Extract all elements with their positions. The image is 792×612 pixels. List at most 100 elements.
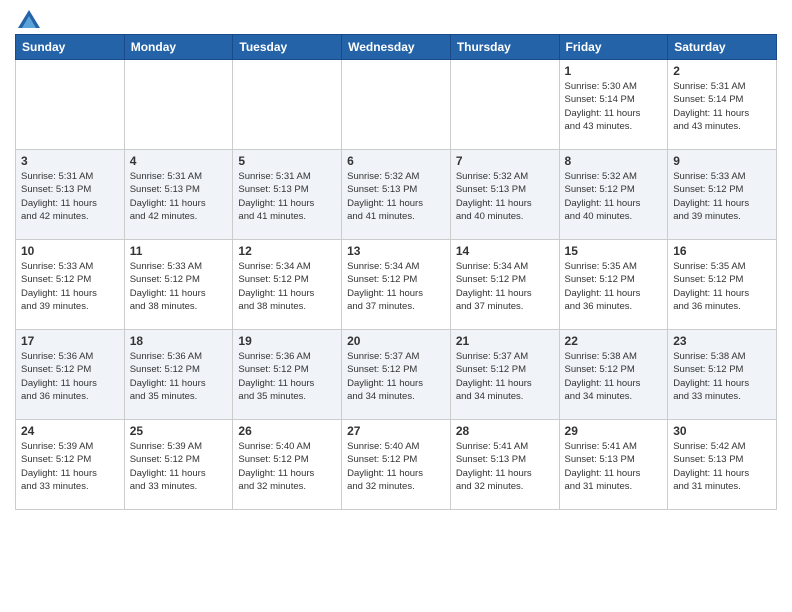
day-of-week-header: Tuesday [233, 35, 342, 60]
day-info: Sunrise: 5:42 AM Sunset: 5:13 PM Dayligh… [673, 440, 771, 493]
day-number: 3 [21, 154, 119, 168]
calendar-cell: 6Sunrise: 5:32 AM Sunset: 5:13 PM Daylig… [342, 150, 451, 240]
day-info: Sunrise: 5:39 AM Sunset: 5:12 PM Dayligh… [21, 440, 119, 493]
calendar-cell: 1 Sunrise: 5:30 AM Sunset: 5:14 PM Daylig… [559, 60, 668, 150]
calendar-cell: 15Sunrise: 5:35 AM Sunset: 5:12 PM Dayli… [559, 240, 668, 330]
day-number: 4 [130, 154, 228, 168]
calendar-cell: 22Sunrise: 5:38 AM Sunset: 5:12 PM Dayli… [559, 330, 668, 420]
calendar-cell: 23Sunrise: 5:38 AM Sunset: 5:12 PM Dayli… [668, 330, 777, 420]
day-number: 20 [347, 334, 445, 348]
day-number: 24 [21, 424, 119, 438]
day-info: Sunrise: 5:41 AM Sunset: 5:13 PM Dayligh… [565, 440, 663, 493]
day-number: 9 [673, 154, 771, 168]
calendar-table: SundayMondayTuesdayWednesdayThursdayFrid… [15, 34, 777, 510]
calendar-cell: 8 Sunrise: 5:32 AM Sunset: 5:12 PM Daylig… [559, 150, 668, 240]
day-of-week-header: Saturday [668, 35, 777, 60]
day-number: 25 [130, 424, 228, 438]
day-info: Sunrise: 5:36 AM Sunset: 5:12 PM Dayligh… [130, 350, 228, 403]
day-info: Sunrise: 5:32 AM Sunset: 5:13 PM Dayligh… [456, 170, 554, 223]
day-info: Sunrise: 5:34 AM Sunset: 5:12 PM Dayligh… [456, 260, 554, 313]
day-info: Sunrise: 5:33 AM Sunset: 5:12 PM Dayligh… [673, 170, 771, 223]
calendar-cell: 5 Sunrise: 5:31 AM Sunset: 5:13 PM Daylig… [233, 150, 342, 240]
calendar-header-row: SundayMondayTuesdayWednesdayThursdayFrid… [16, 35, 777, 60]
calendar-cell: 27 Sunrise: 5:40 AM Sunset: 5:12 PM Dayli… [342, 420, 451, 510]
day-number: 7 [456, 154, 554, 168]
day-number: 28 [456, 424, 554, 438]
calendar-cell: 30 Sunrise: 5:42 AM Sunset: 5:13 PM Dayli… [668, 420, 777, 510]
calendar-cell: 21 Sunrise: 5:37 AM Sunset: 5:12 PM Dayli… [450, 330, 559, 420]
day-number: 23 [673, 334, 771, 348]
calendar-week-row: 3 Sunrise: 5:31 AM Sunset: 5:13 PM Daylig… [16, 150, 777, 240]
day-info: Sunrise: 5:36 AM Sunset: 5:12 PM Dayligh… [238, 350, 336, 403]
calendar-cell: 17 Sunrise: 5:36 AM Sunset: 5:12 PM Dayli… [16, 330, 125, 420]
day-of-week-header: Monday [124, 35, 233, 60]
day-info: Sunrise: 5:40 AM Sunset: 5:12 PM Dayligh… [238, 440, 336, 493]
calendar-cell: 12 Sunrise: 5:34 AM Sunset: 5:12 PM Dayli… [233, 240, 342, 330]
day-info: Sunrise: 5:30 AM Sunset: 5:14 PM Dayligh… [565, 80, 663, 133]
calendar-cell: 28 Sunrise: 5:41 AM Sunset: 5:13 PM Dayli… [450, 420, 559, 510]
day-number: 2 [673, 64, 771, 78]
day-number: 22 [565, 334, 663, 348]
day-of-week-header: Wednesday [342, 35, 451, 60]
day-of-week-header: Friday [559, 35, 668, 60]
calendar-cell: 24 Sunrise: 5:39 AM Sunset: 5:12 PM Dayli… [16, 420, 125, 510]
day-number: 16 [673, 244, 771, 258]
day-number: 30 [673, 424, 771, 438]
day-number: 21 [456, 334, 554, 348]
calendar-cell: 2Sunrise: 5:31 AM Sunset: 5:14 PM Daylig… [668, 60, 777, 150]
page: SundayMondayTuesdayWednesdayThursdayFrid… [0, 0, 792, 520]
calendar-week-row: 10 Sunrise: 5:33 AM Sunset: 5:12 PM Dayli… [16, 240, 777, 330]
day-number: 29 [565, 424, 663, 438]
day-info: Sunrise: 5:36 AM Sunset: 5:12 PM Dayligh… [21, 350, 119, 403]
day-of-week-header: Thursday [450, 35, 559, 60]
calendar-cell: 18 Sunrise: 5:36 AM Sunset: 5:12 PM Dayli… [124, 330, 233, 420]
day-info: Sunrise: 5:39 AM Sunset: 5:12 PM Dayligh… [130, 440, 228, 493]
day-info: Sunrise: 5:34 AM Sunset: 5:12 PM Dayligh… [238, 260, 336, 313]
day-number: 8 [565, 154, 663, 168]
calendar-week-row: 17 Sunrise: 5:36 AM Sunset: 5:12 PM Dayli… [16, 330, 777, 420]
day-number: 26 [238, 424, 336, 438]
day-info: Sunrise: 5:32 AM Sunset: 5:12 PM Dayligh… [565, 170, 663, 223]
day-info: Sunrise: 5:31 AM Sunset: 5:13 PM Dayligh… [238, 170, 336, 223]
day-info: Sunrise: 5:35 AM Sunset: 5:12 PM Dayligh… [565, 260, 663, 313]
calendar-cell [233, 60, 342, 150]
day-number: 10 [21, 244, 119, 258]
day-number: 5 [238, 154, 336, 168]
day-info: Sunrise: 5:33 AM Sunset: 5:12 PM Dayligh… [130, 260, 228, 313]
header [15, 10, 777, 28]
calendar-week-row: 1 Sunrise: 5:30 AM Sunset: 5:14 PM Daylig… [16, 60, 777, 150]
day-number: 27 [347, 424, 445, 438]
day-number: 14 [456, 244, 554, 258]
day-info: Sunrise: 5:33 AM Sunset: 5:12 PM Dayligh… [21, 260, 119, 313]
day-info: Sunrise: 5:31 AM Sunset: 5:13 PM Dayligh… [130, 170, 228, 223]
calendar-cell: 26 Sunrise: 5:40 AM Sunset: 5:12 PM Dayli… [233, 420, 342, 510]
calendar-cell: 11 Sunrise: 5:33 AM Sunset: 5:12 PM Dayli… [124, 240, 233, 330]
day-number: 11 [130, 244, 228, 258]
day-number: 19 [238, 334, 336, 348]
calendar-cell: 3Sunrise: 5:31 AM Sunset: 5:13 PM Daylig… [16, 150, 125, 240]
day-info: Sunrise: 5:41 AM Sunset: 5:13 PM Dayligh… [456, 440, 554, 493]
calendar-cell: 10 Sunrise: 5:33 AM Sunset: 5:12 PM Dayli… [16, 240, 125, 330]
day-info: Sunrise: 5:37 AM Sunset: 5:12 PM Dayligh… [456, 350, 554, 403]
day-info: Sunrise: 5:37 AM Sunset: 5:12 PM Dayligh… [347, 350, 445, 403]
calendar-cell [342, 60, 451, 150]
day-number: 17 [21, 334, 119, 348]
day-of-week-header: Sunday [16, 35, 125, 60]
calendar-cell: 13Sunrise: 5:34 AM Sunset: 5:12 PM Dayli… [342, 240, 451, 330]
day-number: 1 [565, 64, 663, 78]
calendar-cell [450, 60, 559, 150]
calendar-cell: 14 Sunrise: 5:34 AM Sunset: 5:12 PM Dayli… [450, 240, 559, 330]
calendar-cell: 19 Sunrise: 5:36 AM Sunset: 5:12 PM Dayli… [233, 330, 342, 420]
day-number: 18 [130, 334, 228, 348]
day-info: Sunrise: 5:35 AM Sunset: 5:12 PM Dayligh… [673, 260, 771, 313]
calendar-cell [16, 60, 125, 150]
calendar-cell [124, 60, 233, 150]
day-info: Sunrise: 5:40 AM Sunset: 5:12 PM Dayligh… [347, 440, 445, 493]
calendar-cell: 20 Sunrise: 5:37 AM Sunset: 5:12 PM Dayli… [342, 330, 451, 420]
day-number: 13 [347, 244, 445, 258]
calendar-week-row: 24 Sunrise: 5:39 AM Sunset: 5:12 PM Dayli… [16, 420, 777, 510]
day-info: Sunrise: 5:32 AM Sunset: 5:13 PM Dayligh… [347, 170, 445, 223]
calendar-cell: 16 Sunrise: 5:35 AM Sunset: 5:12 PM Dayli… [668, 240, 777, 330]
calendar-cell: 25 Sunrise: 5:39 AM Sunset: 5:12 PM Dayli… [124, 420, 233, 510]
day-number: 12 [238, 244, 336, 258]
